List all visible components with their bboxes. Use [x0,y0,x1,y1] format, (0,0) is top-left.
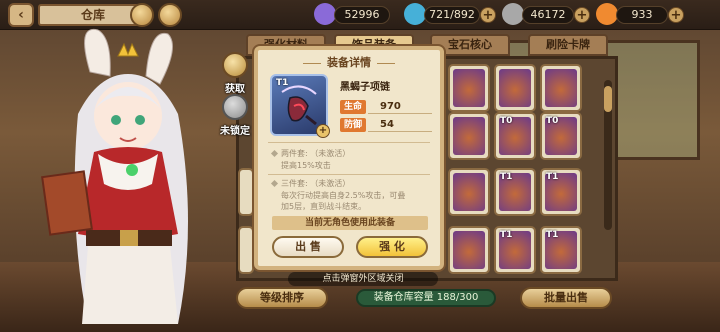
equipment-slot[interactable]: T0 [494,112,536,160]
coin-icon [502,3,524,25]
equipment-slot[interactable] [494,64,536,112]
equipment-slot[interactable]: T1 [540,168,582,216]
slot-tier-label: T0 [500,116,513,126]
equipment-slot[interactable] [448,226,490,274]
equipment-slot[interactable] [238,226,254,274]
character-bunny-girl [41,28,188,324]
slot-tier-label: T1 [546,230,559,240]
divider [268,174,430,175]
set3-header: 三件套: （未激活） [270,178,351,189]
stat-label: 防御 [340,118,366,132]
slot-item-art [453,117,485,155]
carrot-icon [596,3,618,25]
equipment-slot[interactable] [540,64,582,112]
tab-cards[interactable]: 刷险卡牌 [528,34,608,56]
carrot-plus-button[interactable]: + [668,7,684,23]
set3-header-text: 三件套: （未激活） [281,179,351,188]
diamond-bullet-icon [270,179,279,188]
coin-plus-button[interactable]: + [574,7,590,23]
slot-item-art [545,69,577,107]
crystal-count: 52996 [334,6,390,24]
slot-item-art [453,231,485,269]
lock-label: 未锁定 [220,126,250,137]
popup-title: 装备详情 [258,54,440,70]
level-sort-button[interactable]: 等级排序 [236,287,328,309]
diamond-bullet-icon [270,149,279,158]
lock-toggle-button[interactable]: 未锁定 [218,94,252,137]
stat-hp: 生命 970 [340,100,432,114]
equipment-slot[interactable]: T1 [494,226,536,274]
slot-tier-label: T1 [500,172,513,182]
equipment-slot[interactable] [448,168,490,216]
slot-item-art [499,69,531,107]
set3-desc-line2: 加5层，直到战斗结束。 [281,202,367,211]
stamina-icon [404,3,426,25]
stat-value: 970 [380,101,401,112]
item-portrait: T1 + [270,74,330,138]
carrot-count: 933 [616,6,668,24]
item-name: 黑蝎子项链 [340,82,390,93]
stamina-count: 721/892 [424,6,480,24]
grid-scroll-thumb[interactable] [604,86,612,112]
slot-tier-label: T1 [500,230,513,240]
stat-value: 54 [380,119,394,130]
equipment-slot[interactable] [448,112,490,160]
equipment-slot[interactable]: T0 [540,112,582,160]
crystal-icon [314,3,336,25]
no-user-banner: 当前无角色使用此装备 [272,216,428,230]
set3-desc-line1: 每次行动提高自身2.5%攻击，可叠 [281,191,406,200]
storage-capacity: 装备仓库容量 188/300 [356,289,496,307]
coin-count: 46172 [522,6,574,24]
divider [268,142,430,143]
equipment-slot[interactable]: T1 [540,226,582,274]
set2-desc: 提高15%攻击 [281,161,331,170]
lock-icon [222,94,248,120]
equipment-slot[interactable]: T1 [494,168,536,216]
slot-item-art [453,69,485,107]
slot-tier-label: T1 [546,172,559,182]
equipment-slot[interactable] [238,168,254,216]
set2-header: 两件套: （未激活） [270,148,351,159]
enhance-button[interactable]: 强 化 [356,236,428,258]
stat-defense: 防御 54 [340,118,432,132]
stamina-plus-button[interactable]: + [480,7,496,23]
stat-underline [368,131,432,132]
obtain-button[interactable]: 获取 [218,52,252,95]
magnifier-icon [222,52,248,78]
batch-sell-button[interactable]: 批量出售 [520,287,612,309]
close-hint: 点击弹窗外区域关闭 [288,272,438,286]
set2-header-text: 两件套: （未激活） [281,149,351,158]
item-enhance-plus-icon[interactable]: + [316,124,330,138]
equipment-detail-popup: 装备详情 T1 + 黑蝎子项链 生命 970 防御 54 两件套: （未激活） … [254,46,444,270]
sell-button[interactable]: 出 售 [272,236,344,258]
equipment-slot[interactable] [448,64,490,112]
stat-label: 生命 [340,100,366,114]
slot-item-art [453,173,485,211]
stat-underline [368,113,432,114]
slot-tier-label: T0 [546,116,559,126]
